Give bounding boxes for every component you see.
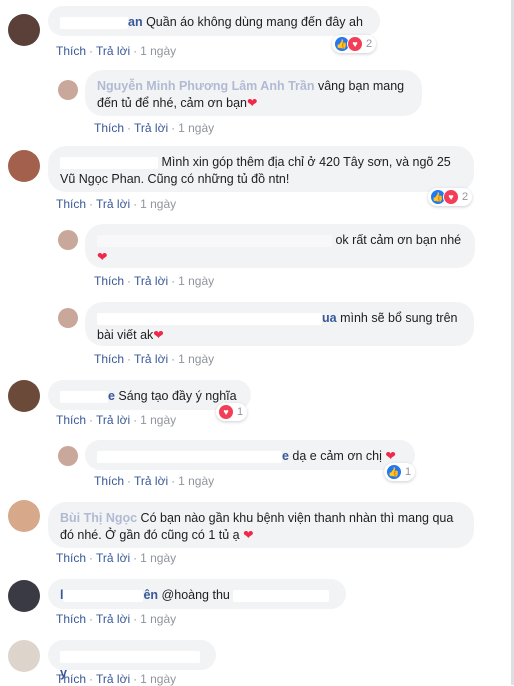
avatar[interactable]	[8, 380, 40, 412]
reply-link[interactable]: Trả lời	[96, 551, 130, 565]
reply-link[interactable]: Trả lời	[134, 352, 168, 366]
like-link[interactable]: Thích	[56, 197, 86, 211]
comment-actions: Thích · Trả lời · 1 ngày	[56, 413, 177, 427]
thumbs-up-icon: 👍	[386, 464, 402, 480]
reaction-count: 1	[237, 406, 244, 418]
heart-icon: ❤	[385, 449, 396, 463]
comment-actions: Thích · Trả lời · 1 ngày	[56, 672, 177, 686]
heart-icon: ❤	[243, 528, 254, 542]
comment-text: @hoàng thu	[158, 588, 230, 602]
comment-bubble: Bùi Thị Ngọc Có bạn nào gần khu bệnh việ…	[48, 502, 474, 548]
comment-actions: Thích · Trả lời · 1 ngày	[56, 197, 177, 211]
comment-actions: Thích · Trả lời · 1 ngày	[56, 44, 177, 58]
reaction-summary[interactable]: 👍 1	[384, 463, 416, 481]
like-link[interactable]: Thích	[56, 44, 86, 58]
avatar[interactable]	[58, 230, 78, 250]
timestamp[interactable]: 1 ngày	[140, 551, 176, 565]
reply-link[interactable]: Trả lời	[96, 672, 130, 686]
comment-author[interactable]: Bùi Thị Ngọc	[60, 511, 137, 525]
avatar[interactable]	[58, 308, 78, 328]
timestamp[interactable]: 1 ngày	[178, 121, 214, 135]
reaction-count: 2	[366, 38, 373, 50]
comment-actions: Thích · Trả lời · 1 ngày	[94, 121, 215, 135]
avatar[interactable]	[8, 14, 40, 46]
heart-icon: ❤	[97, 250, 108, 264]
heart-icon: ♥	[218, 404, 234, 420]
avatar[interactable]	[58, 80, 78, 100]
like-link[interactable]: Thích	[94, 274, 124, 288]
comment-author[interactable]: Nguyễn Minh Phương Lâm Anh Trần	[97, 79, 314, 93]
heart-icon: ♥	[443, 189, 459, 205]
reply-link[interactable]: Trả lời	[134, 274, 168, 288]
timestamp[interactable]: 1 ngày	[178, 474, 214, 488]
heart-icon: ❤	[153, 328, 164, 342]
like-link[interactable]: Thích	[94, 352, 124, 366]
like-link[interactable]: Thích	[56, 413, 86, 427]
comment-bubble: l ên @hoàng thu	[48, 579, 346, 609]
like-link[interactable]: Thích	[94, 474, 124, 488]
comment-author[interactable]: an	[128, 15, 143, 29]
comment-bubble: an Quần áo không dùng mang đến đây ah	[48, 6, 380, 36]
comment-bubble: Nguyễn Minh Phương Lâm Anh Trần vâng bạn…	[85, 70, 422, 116]
redacted-name	[97, 450, 282, 463]
comment-actions: Thích · Trả lời · 1 ngày	[94, 352, 215, 366]
comment-actions: Thích · Trả lời · 1 ngày	[56, 551, 177, 565]
comment-author[interactable]: e	[282, 449, 289, 463]
avatar[interactable]	[8, 640, 40, 672]
avatar[interactable]	[8, 150, 40, 182]
comment-actions: Thích · Trả lời · 1 ngày	[94, 274, 215, 288]
reply-link[interactable]: Trả lời	[134, 474, 168, 488]
comment-bubble: e dạ e cảm ơn chị ❤	[85, 440, 415, 470]
reply-link[interactable]: Trả lời	[96, 413, 130, 427]
comment-author[interactable]: ua	[322, 311, 337, 325]
comment-author[interactable]: e	[108, 389, 115, 403]
comment-bubble: ok rất cảm ơn bạn nhé ❤	[85, 224, 475, 268]
timestamp[interactable]: 1 ngày	[140, 612, 176, 626]
avatar[interactable]	[58, 446, 78, 466]
redacted-name	[60, 390, 108, 403]
heart-icon: ❤	[246, 96, 258, 110]
reaction-summary[interactable]: 👍 ♥ 2	[332, 35, 377, 53]
comment-bubble: ua mình sẽ bổ sung trên bài viết ak❤	[85, 302, 474, 346]
redacted-text	[233, 589, 330, 602]
redacted-name	[63, 589, 144, 602]
timestamp[interactable]: 1 ngày	[140, 44, 176, 58]
like-link[interactable]: Thích	[56, 551, 86, 565]
comment-text: Sáng tạo đầy ý nghĩa	[114, 389, 237, 403]
heart-icon: ♥	[347, 36, 363, 52]
timestamp[interactable]: 1 ngày	[178, 352, 214, 366]
comment-bubble: Mình xin góp thêm địa chỉ ở 420 Tây sơn,…	[48, 146, 474, 192]
reaction-count: 2	[462, 191, 469, 203]
like-link[interactable]: Thích	[56, 612, 86, 626]
redacted-name	[97, 234, 332, 247]
like-link[interactable]: Thích	[56, 672, 86, 686]
timestamp[interactable]: 1 ngày	[140, 672, 176, 686]
comment-text: ok rất cảm ơn bạn nhé	[335, 233, 462, 247]
timestamp[interactable]: 1 ngày	[178, 274, 214, 288]
reaction-summary[interactable]: ♥ 1	[216, 403, 248, 421]
avatar[interactable]	[8, 580, 40, 612]
redacted-name	[97, 312, 322, 325]
reaction-summary[interactable]: 👍 ♥ 2	[428, 188, 473, 206]
comment-author[interactable]: ên	[143, 588, 158, 602]
redacted-name	[60, 16, 128, 29]
comment-bubble: y	[48, 640, 216, 680]
reply-link[interactable]: Trả lời	[134, 121, 168, 135]
reply-link[interactable]: Trả lời	[96, 612, 130, 626]
reaction-count: 1	[405, 466, 412, 478]
redacted-name	[60, 156, 158, 169]
comment-actions: Thích · Trả lời · 1 ngày	[94, 474, 215, 488]
timestamp[interactable]: 1 ngày	[140, 413, 176, 427]
comment-text: Quần áo không dùng mang đến đây ah	[142, 15, 363, 29]
avatar[interactable]	[8, 500, 40, 532]
reply-link[interactable]: Trả lời	[96, 197, 130, 211]
timestamp[interactable]: 1 ngày	[140, 197, 176, 211]
reply-link[interactable]: Trả lời	[96, 44, 130, 58]
like-link[interactable]: Thích	[94, 121, 124, 135]
redacted-name	[60, 650, 200, 663]
comment-text: dạ e cảm ơn chị	[288, 449, 382, 463]
comment-actions: Thích · Trả lời · 1 ngày	[56, 612, 177, 626]
